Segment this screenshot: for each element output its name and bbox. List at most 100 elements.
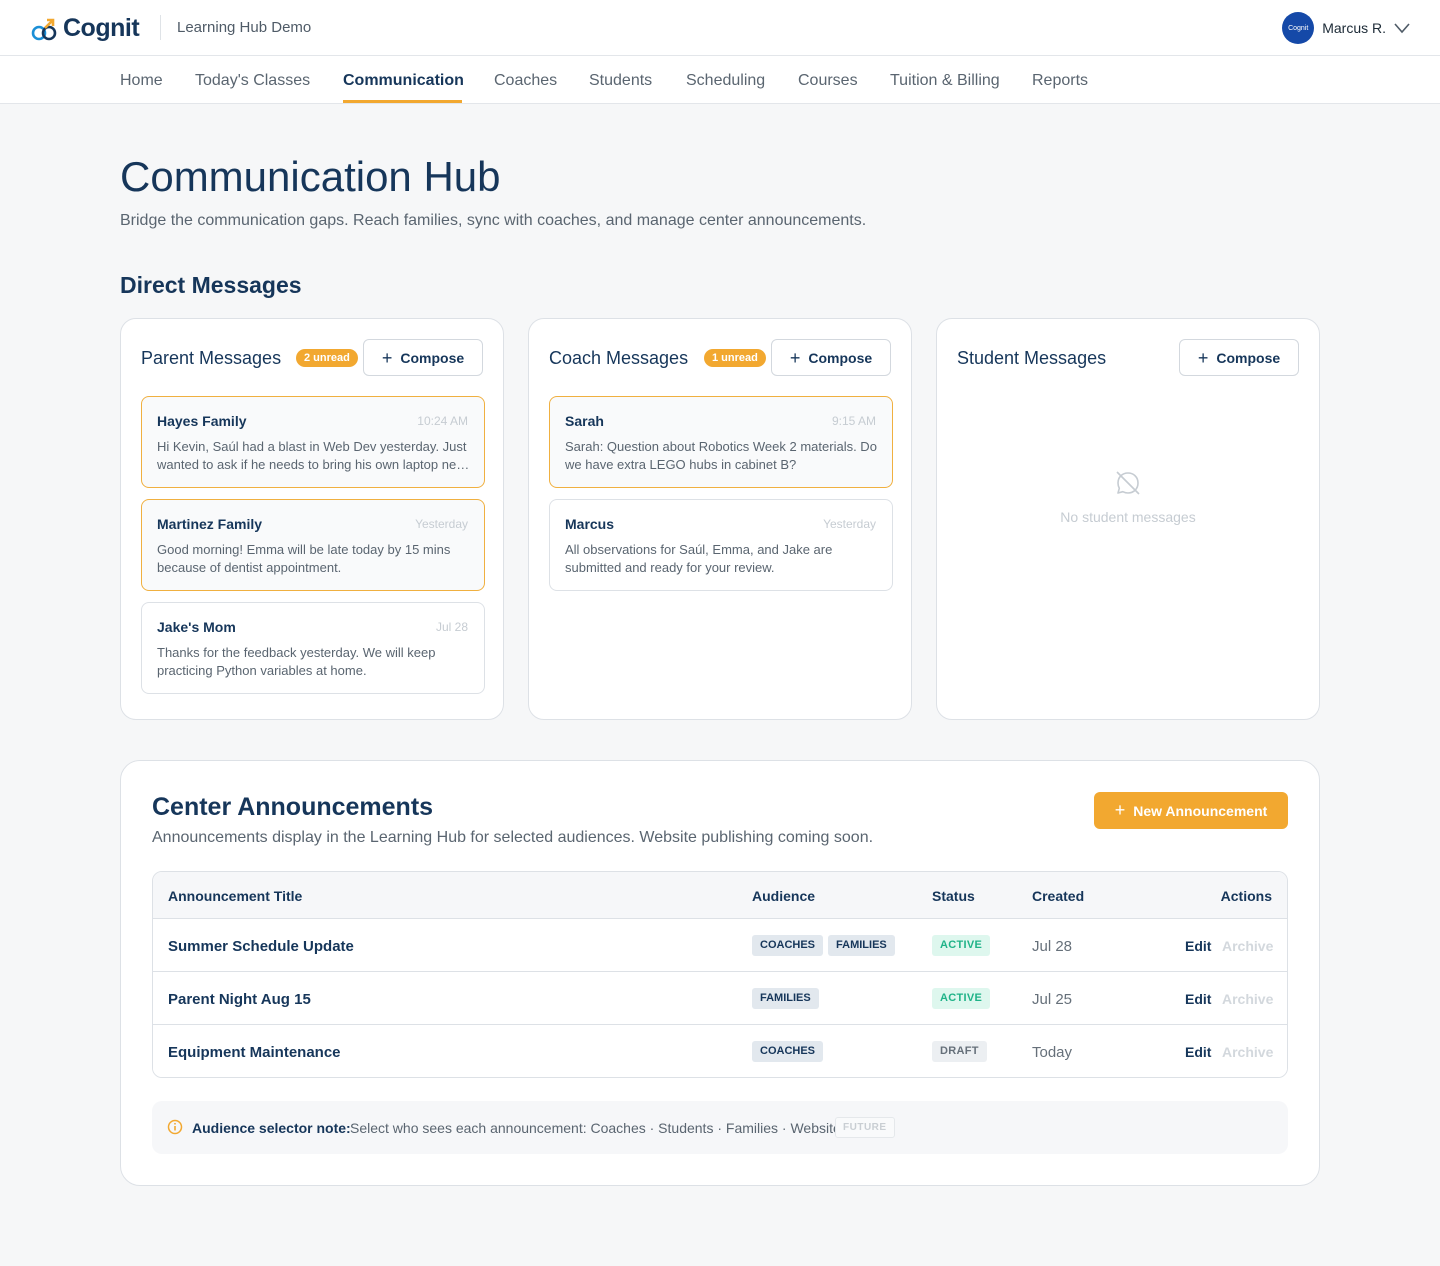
avatar: Cognit — [1282, 12, 1315, 44]
col-status-header[interactable]: Status — [932, 888, 975, 904]
nav-reports[interactable]: Reports — [1032, 72, 1088, 90]
compose-label: Compose — [1216, 349, 1281, 366]
status-badge: DRAFT — [932, 1041, 987, 1062]
main-nav: Home Today's Classes Communication Coach… — [0, 56, 1440, 104]
nav-todays-classes[interactable]: Today's Classes — [195, 72, 310, 90]
future-badge: FUTURE — [835, 1117, 895, 1138]
audience-chip: FAMILIES — [752, 988, 819, 1009]
coach-messages-title: Coach Messages — [549, 348, 689, 368]
coach-compose-button[interactable]: + Compose — [771, 339, 891, 376]
message-sender: Jake's Mom — [157, 619, 236, 635]
plus-icon: + — [1197, 347, 1209, 368]
user-menu[interactable]: Cognit Marcus R. — [1282, 12, 1410, 44]
coach-unread-badge: 1 unread — [704, 349, 766, 367]
parent-compose-button[interactable]: + Compose — [363, 339, 483, 376]
col-audience-header[interactable]: Audience — [752, 888, 815, 904]
plus-icon: + — [1114, 800, 1126, 820]
compose-label: Compose — [400, 349, 465, 366]
page-title: Communication Hub — [120, 153, 501, 200]
message-card[interactable]: Hayes Family 10:24 AM Hi Kevin, Saúl had… — [141, 396, 485, 488]
empty-state-text: No student messages — [1060, 509, 1196, 525]
message-preview: Sarah: Question about Robotics Week 2 ma… — [565, 439, 877, 472]
edit-link[interactable]: Edit — [1185, 991, 1211, 1007]
message-preview: All observations for Saúl, Emma, and Jak… — [565, 542, 833, 575]
nav-coaches[interactable]: Coaches — [494, 72, 557, 90]
table-header: Announcement Title Audience Status Creat… — [153, 872, 1287, 919]
student-compose-button[interactable]: + Compose — [1179, 339, 1299, 376]
message-card[interactable]: Sarah 9:15 AM Sarah: Question about Robo… — [549, 396, 893, 488]
col-created-header[interactable]: Created — [1032, 888, 1084, 904]
message-card[interactable]: Martinez Family Yesterday Good morning! … — [141, 499, 485, 591]
nav-tuition-billing[interactable]: Tuition & Billing — [890, 72, 1000, 90]
parent-messages-title: Parent Messages — [141, 348, 282, 368]
header-divider — [160, 15, 161, 40]
message-sender: Martinez Family — [157, 516, 263, 532]
announcement-title: Summer Schedule Update — [168, 938, 354, 955]
empty-state-icon-wrap — [937, 467, 1319, 504]
announcements-panel: Center Announcements Announcements displ… — [120, 760, 1320, 1186]
table-row[interactable]: Parent Night Aug 15 FAMILIES ACTIVE Jul … — [153, 972, 1287, 1025]
parent-messages-panel: Parent Messages 2 unread + Compose Hayes … — [120, 318, 504, 720]
nav-communication[interactable]: Communication — [343, 72, 464, 90]
chat-off-icon — [1116, 471, 1140, 495]
message-sender: Sarah — [565, 413, 604, 429]
hub-name: Learning Hub Demo — [177, 19, 312, 36]
archive-link[interactable]: Archive — [1222, 991, 1273, 1007]
audience-chip: COACHES — [752, 935, 824, 956]
created-date: Jul 28 — [1032, 938, 1073, 955]
announcements-subtitle: Announcements display in the Learning Hu… — [152, 829, 874, 846]
announcements-title: Center Announcements — [152, 793, 434, 821]
audience-chips: FAMILIES — [752, 988, 819, 1009]
nav-courses[interactable]: Courses — [798, 72, 858, 90]
message-time: Yesterday — [415, 517, 468, 531]
logo-icon — [31, 18, 57, 40]
created-date: Jul 25 — [1032, 991, 1073, 1008]
table-row[interactable]: Equipment Maintenance COACHES DRAFT Toda… — [153, 1025, 1287, 1077]
coach-messages-panel: Coach Messages 1 unread + Compose Sarah 9… — [528, 318, 912, 720]
message-preview: Thanks for the feedback yesterday. We wi… — [157, 645, 436, 678]
message-card[interactable]: Marcus Yesterday All observations for Sa… — [549, 499, 893, 591]
nav-scheduling[interactable]: Scheduling — [686, 72, 765, 90]
message-card[interactable]: Jake's Mom Jul 28 Thanks for the feedbac… — [141, 602, 485, 694]
announcement-title: Parent Night Aug 15 — [168, 991, 311, 1008]
note-label: Audience selector note: — [192, 1120, 351, 1136]
info-icon — [167, 1119, 183, 1135]
archive-link[interactable]: Archive — [1222, 938, 1273, 954]
table-row[interactable]: Summer Schedule Update COACHES FAMILIES … — [153, 919, 1287, 972]
nav-home[interactable]: Home — [120, 72, 163, 90]
user-name: Marcus R. — [1322, 20, 1386, 36]
direct-messages-title: Direct Messages — [120, 272, 302, 298]
logo-text: Cognit — [63, 14, 140, 42]
created-date: Today — [1032, 1044, 1073, 1061]
new-announcement-button[interactable]: + New Announcement — [1094, 792, 1288, 829]
message-time: Yesterday — [823, 517, 876, 531]
audience-chips: COACHES — [752, 1041, 824, 1062]
parent-unread-badge: 2 unread — [296, 349, 358, 367]
audience-chip: FAMILIES — [828, 935, 895, 956]
archive-link[interactable]: Archive — [1222, 1044, 1273, 1060]
page-subtitle: Bridge the communication gaps. Reach fam… — [120, 212, 867, 229]
edit-link[interactable]: Edit — [1185, 938, 1211, 954]
edit-link[interactable]: Edit — [1185, 1044, 1211, 1060]
audience-note: Audience selector note: Select who sees … — [152, 1101, 1288, 1154]
message-sender: Marcus — [565, 516, 615, 532]
status-badge: ACTIVE — [932, 935, 991, 956]
avatar-label: Cognit — [1288, 24, 1309, 32]
note-text: Select who sees each announcement: Coach… — [350, 1120, 841, 1136]
col-title-header[interactable]: Announcement Title — [168, 888, 302, 904]
nav-students[interactable]: Students — [589, 72, 652, 90]
message-sender: Hayes Family — [157, 413, 247, 429]
chevron-down-icon[interactable] — [1394, 22, 1410, 34]
audience-chips: COACHES FAMILIES — [752, 935, 895, 956]
message-time: 9:15 AM — [831, 414, 876, 428]
cognit-logo[interactable]: Cognit — [31, 14, 140, 43]
announcement-title: Equipment Maintenance — [168, 1044, 341, 1061]
audience-chip: COACHES — [752, 1041, 824, 1062]
message-preview: Hi Kevin, Saúl had a blast in Web Dev ye… — [157, 439, 467, 472]
active-tab-indicator — [343, 100, 462, 103]
announcements-table: Announcement Title Audience Status Creat… — [152, 871, 1288, 1078]
student-messages-title: Student Messages — [957, 348, 1107, 368]
status-badge: ACTIVE — [932, 988, 991, 1009]
message-preview: Good morning! Emma will be late today by… — [157, 542, 451, 575]
plus-icon: + — [381, 347, 393, 368]
